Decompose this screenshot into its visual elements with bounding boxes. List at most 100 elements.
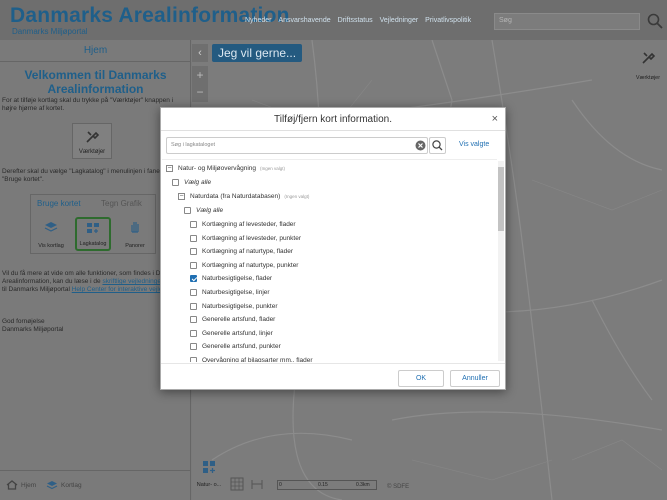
app-subtitle: Danmarks Miljøportal [12, 27, 88, 36]
scrollbar-thumb[interactable] [498, 167, 504, 231]
checkbox[interactable] [172, 179, 179, 186]
tree-item-row[interactable]: Naturbesigtigelse, flader [190, 272, 272, 285]
scale-label-1: 0.15 [318, 482, 328, 488]
zoom-controls: + − [192, 66, 208, 102]
grid-icon[interactable] [230, 477, 244, 491]
checkbox[interactable] [190, 261, 197, 269]
ok-button[interactable]: OK [398, 370, 444, 387]
tree-scrollbar[interactable] [498, 161, 504, 361]
tree-group-row[interactable]: − Naturdata (fra Naturdatabasen) (Ingen … [178, 190, 309, 203]
checkbox[interactable] [190, 302, 197, 310]
dialog-title: Tilføj/fjern kort information. [274, 114, 392, 125]
natur-layer-button[interactable]: Natur- o... [196, 460, 222, 488]
vis-kortlag-item: Vis kortlag [33, 217, 69, 251]
nav-privatlivspolitik[interactable]: Privatlivspolitik [425, 17, 471, 24]
map-copyright: © SDFE [387, 484, 410, 490]
tools-icon [642, 52, 656, 64]
tabs-illustration: Bruge kortet Tegn Grafik Vis kortlag Lag… [30, 194, 156, 254]
tree-item-label: Naturbesigtigelse, punkter [202, 302, 278, 310]
measure-icon[interactable] [250, 477, 264, 491]
panorer-item: Panorer [117, 217, 153, 251]
nav-nyheder[interactable]: Nyheder [245, 17, 271, 24]
checkbox[interactable] [190, 357, 197, 362]
tree-item-label: Kortlægning af naturtype, flader [202, 248, 294, 256]
lagkatalog-item: Lagkatalog [75, 217, 111, 251]
checkbox[interactable] [190, 289, 197, 296]
tree-item-row[interactable]: Kortlægning af levesteder, flader [190, 218, 296, 231]
natur-layer-label: Natur- o... [196, 482, 222, 488]
tree-root-row[interactable]: − Natur- og Miljøovervågning (Ingen valg… [166, 162, 285, 175]
header-search-input[interactable]: Søg [494, 13, 640, 30]
checkbox[interactable] [190, 316, 197, 324]
catalog-search-input[interactable]: Søg i lagkataloget [166, 137, 428, 154]
tools-illustration: Værktøjer [72, 123, 112, 159]
collapse-sidebar-button[interactable]: ‹ [192, 44, 208, 62]
nav-vejledninger[interactable]: Vejledninger [380, 17, 419, 24]
close-icon[interactable]: × [492, 113, 498, 125]
catalog-icon [87, 223, 99, 233]
tools-button-label: Værktøjer [635, 75, 661, 81]
checkbox[interactable] [190, 248, 197, 256]
tree-item-label: Generelle artsfund, linjer [202, 329, 273, 337]
tab-home[interactable]: Hjem [0, 40, 191, 62]
bottom-kortlag-button[interactable]: Kortlag [46, 480, 82, 490]
bottom-home-button[interactable]: Hjem [6, 480, 36, 490]
app-title[interactable]: Danmarks Arealinformation [10, 4, 290, 28]
tree-item-label: Naturbesigtigelse, linjer [202, 289, 270, 296]
checkbox[interactable] [184, 207, 191, 214]
nav-driftsstatus[interactable]: Driftsstatus [338, 17, 373, 24]
app-header: Danmarks Arealinformation Danmarks Miljø… [0, 0, 667, 40]
zoom-in-button[interactable]: + [192, 66, 208, 84]
tree-item-row[interactable]: Naturbesigtigelse, punkter [190, 300, 278, 313]
tree-item-row[interactable]: Generelle artsfund, punkter [190, 340, 281, 353]
tab-tegn-grafik: Tegn Grafik [101, 199, 142, 208]
tree-item-label: Overvågning af bilagsarter mm., flader [202, 357, 313, 362]
clear-search-icon[interactable] [415, 140, 426, 151]
collapse-icon[interactable]: − [166, 165, 173, 172]
dialog-header: Tilføj/fjern kort information. × [161, 108, 505, 131]
tree-item-row[interactable]: Naturbesigtigelse, linjer [190, 286, 270, 299]
checkbox[interactable] [190, 234, 197, 242]
tab-bruge-kortet: Bruge kortet [37, 199, 81, 208]
tree-item-row[interactable]: Kortlægning af naturtype, flader [190, 245, 293, 258]
layers-icon [46, 481, 58, 490]
jeg-vil-gerne-button[interactable]: Jeg vil gerne... [212, 44, 303, 62]
group-select-all[interactable]: Vælg alle [184, 204, 223, 217]
catalog-search-button[interactable] [429, 137, 446, 154]
tree-item-label: Generelle artsfund, flader [202, 316, 276, 324]
link-vejledninger[interactable]: skriftlige vejledninger [102, 278, 163, 285]
layer-catalog-dialog: Tilføj/fjern kort information. × Søg i l… [160, 107, 506, 390]
scale-label-2: 0.3km [356, 482, 370, 488]
tree-item-label: Kortlægning af naturtype, punkter [202, 261, 299, 269]
vis-valgte-link[interactable]: Vis valgte [459, 141, 489, 148]
tools-button[interactable]: Værktøjer [630, 46, 666, 82]
cancel-button[interactable]: Annuller [450, 370, 500, 387]
tree-item-row[interactable]: Overvågning af bilagsarter mm., flader [190, 354, 313, 362]
tree-item-row[interactable]: Generelle artsfund, linjer [190, 327, 273, 340]
search-icon[interactable] [647, 13, 663, 29]
layers-icon [44, 222, 58, 232]
checkbox[interactable] [190, 275, 197, 283]
tree-item-label: Kortlægning af levesteder, flader [202, 221, 296, 228]
tree-item-row[interactable]: Kortlægning af naturtype, punkter [190, 259, 298, 272]
checkbox[interactable] [190, 343, 197, 351]
tools-label: Værktøjer [78, 149, 106, 155]
zoom-out-button[interactable]: − [192, 84, 208, 102]
tree-item-row[interactable]: Generelle artsfund, flader [190, 313, 275, 326]
collapse-icon[interactable]: − [178, 193, 185, 200]
tree-group-hint: (Ingen valgt) [284, 194, 310, 199]
tree-item-row[interactable]: Kortlægning af levesteder, punkter [190, 232, 301, 245]
catalog-tree: − Natur- og Miljøovervågning (Ingen valg… [162, 159, 497, 362]
home-icon [6, 480, 18, 490]
tree-root-hint: (Ingen valgt) [260, 166, 286, 171]
welcome-heading: Velkommen til Danmarks Arealinformation [24, 68, 167, 96]
sidebar-bottom-bar: Hjem Kortlag [0, 470, 191, 500]
scale-label-0: 0 [279, 482, 282, 488]
tree-group-label: Naturdata (fra Naturdatabasen) [190, 193, 281, 200]
checkbox[interactable] [190, 329, 197, 337]
tree-item-label: Generelle artsfund, punkter [202, 343, 281, 351]
tree-root-label: Natur- og Miljøovervågning [178, 165, 257, 172]
checkbox[interactable] [190, 221, 197, 228]
root-select-all[interactable]: Vælg alle [172, 176, 211, 189]
nav-ansvarshavende[interactable]: Ansvarshavende [278, 17, 330, 24]
